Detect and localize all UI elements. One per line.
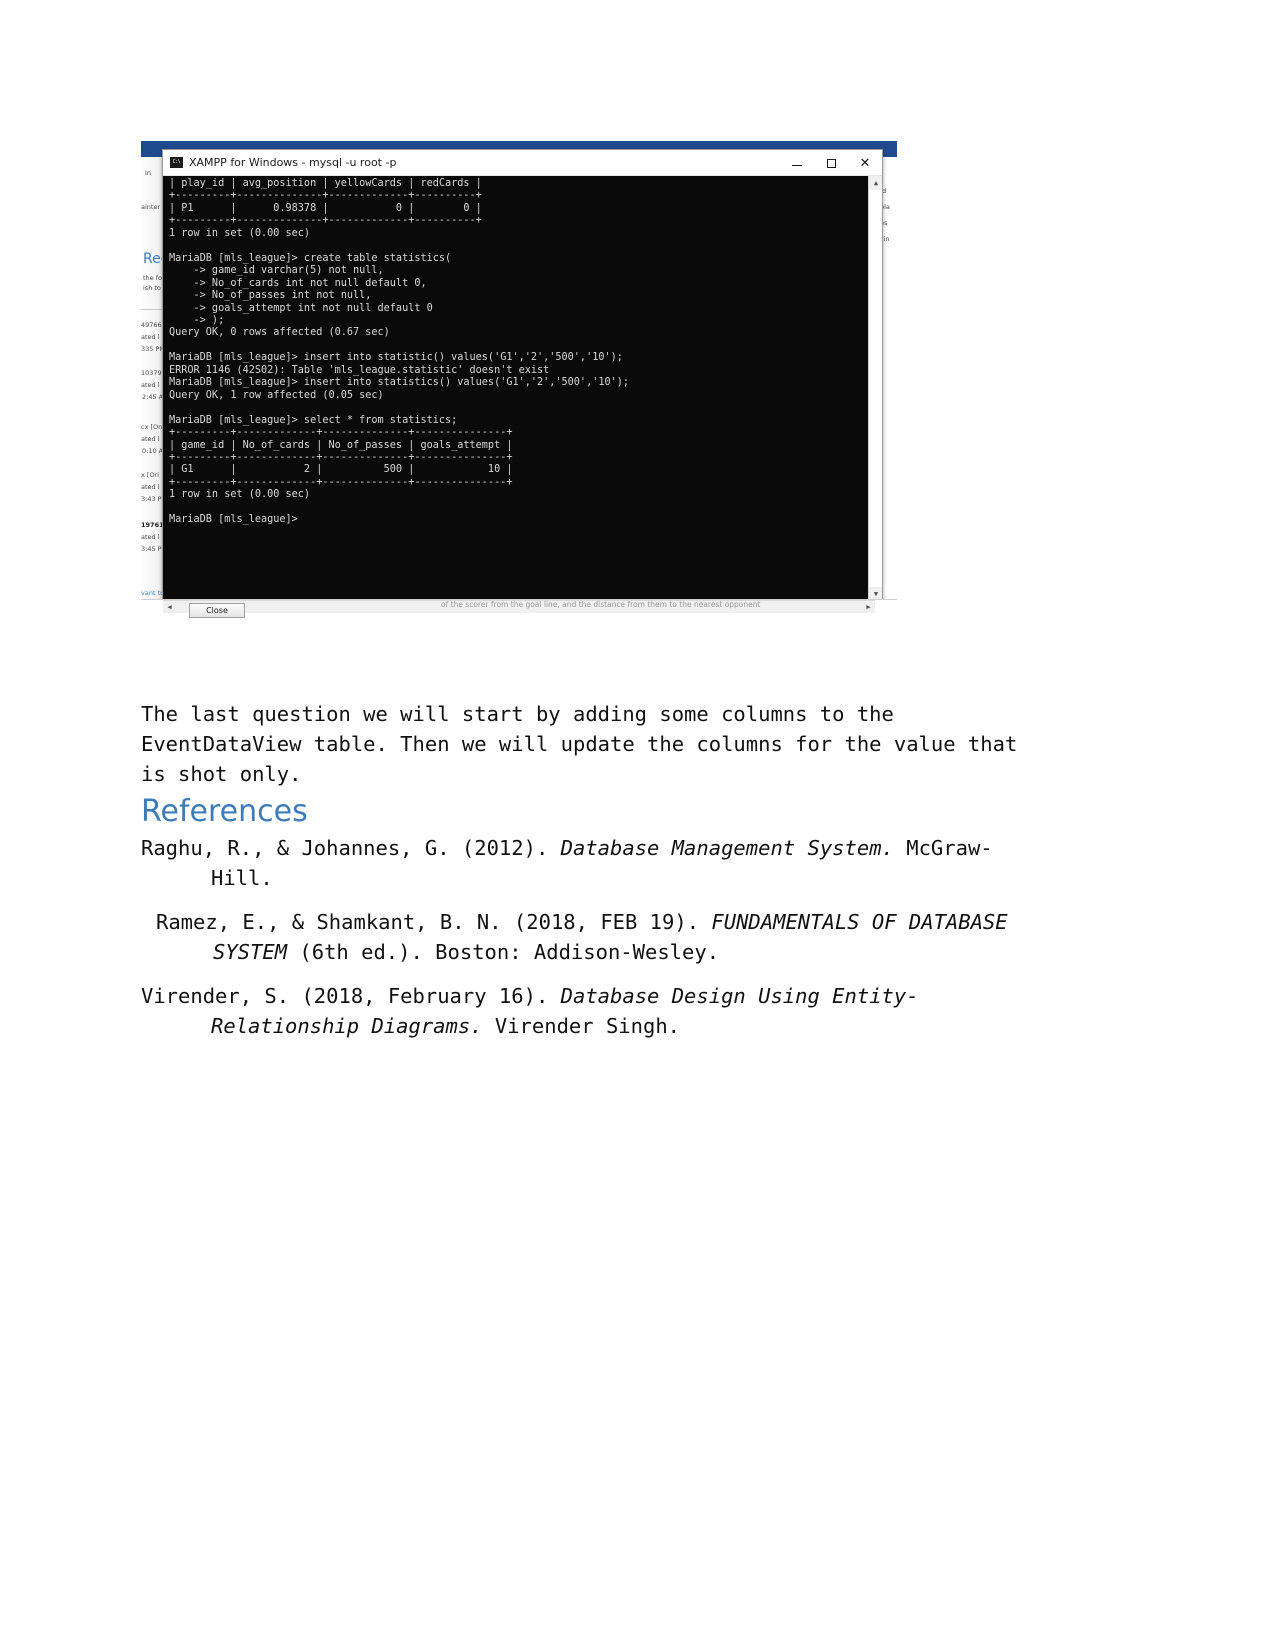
body-paragraph: The last question we will start by addin… (141, 701, 1018, 786)
background-frag-13: 19761 (141, 521, 164, 529)
reference-authors: Raghu, R., & Johannes, G. (2012). (141, 836, 561, 860)
reference-authors: Virender, S. (2018, February 16). (141, 984, 561, 1008)
background-frag-5: ated l (141, 381, 160, 389)
reference-authors: Ramez, E., & Shamkant, B. N. (2018, FEB … (156, 910, 712, 934)
reference-publisher: (6th ed.). Boston: Addison-Wesley. (287, 940, 720, 964)
embedded-screenshot: In ainter Rec the fo ish to 49766 ated l… (141, 141, 897, 621)
terminal-text: | play_id | avg_position | yellowCards |… (169, 178, 630, 526)
page-title: References (141, 794, 308, 829)
dialog-close-button[interactable]: Close (189, 603, 245, 618)
window-controls: ✕ (780, 150, 882, 176)
background-frag-6: 2:45 A (142, 393, 164, 401)
background-frag-1: 49766 (141, 321, 162, 329)
scroll-right-icon[interactable]: ▶ (862, 601, 875, 614)
background-line-2: ish to (143, 284, 161, 292)
background-frag-7: cx [On (141, 423, 163, 431)
reference-publisher: Virender Singh. (482, 1014, 681, 1038)
reference-entry: Virender, S. (2018, February 16). Databa… (141, 981, 1041, 1041)
maximize-button[interactable] (814, 150, 848, 176)
maximize-icon (826, 158, 836, 168)
console-app-icon: C:\ (170, 157, 183, 168)
close-icon: ✕ (859, 155, 871, 171)
background-frag-14: ated l (141, 533, 160, 541)
console-window[interactable]: C:\ XAMPP for Windows - mysql -u root -p… (162, 149, 883, 602)
reference-title: Database Management System. (560, 836, 894, 860)
background-label-in: In (145, 169, 152, 177)
reference-entry: Raghu, R., & Johannes, G. (2012). Databa… (141, 833, 1041, 893)
background-cut-text: of the scorer from the goal line, and th… (441, 600, 761, 609)
background-frag-4: 10379 (141, 369, 162, 377)
console-window-title: XAMPP for Windows - mysql -u root -p (189, 156, 397, 169)
background-label-inter: ainter (141, 203, 161, 211)
background-frag-11: ated l (141, 483, 160, 491)
reference-entry: Ramez, E., & Shamkant, B. N. (2018, FEB … (141, 907, 1041, 967)
close-button[interactable]: ✕ (848, 150, 882, 176)
background-line-1: the fo (143, 274, 162, 282)
scroll-up-icon[interactable]: ▲ (869, 176, 882, 190)
minimize-button[interactable] (780, 150, 814, 176)
minimize-icon (792, 164, 802, 166)
background-frag-8: ated l (141, 435, 160, 443)
screenshot-bottom-chrome: ◀ ▶ Close of the scorer from the goal li… (141, 599, 897, 621)
document-page: In ainter Rec the fo ish to 49766 ated l… (0, 0, 1275, 1651)
scroll-left-icon[interactable]: ◀ (163, 601, 176, 614)
references-list: Raghu, R., & Johannes, G. (2012). Databa… (141, 833, 1041, 1055)
background-frag-2: ated l (141, 333, 160, 341)
console-app-icon-label: C:\ (172, 159, 181, 165)
console-titlebar[interactable]: C:\ XAMPP for Windows - mysql -u root -p… (163, 150, 882, 176)
background-want-text: vant to (141, 589, 165, 597)
terminal-output-area[interactable]: | play_id | avg_position | yellowCards |… (163, 176, 882, 601)
background-frag-10: x [Ori (141, 471, 160, 479)
terminal-vertical-scrollbar[interactable]: ▲ ▼ (868, 176, 882, 601)
background-frag-9: 0:10 A (142, 447, 164, 455)
